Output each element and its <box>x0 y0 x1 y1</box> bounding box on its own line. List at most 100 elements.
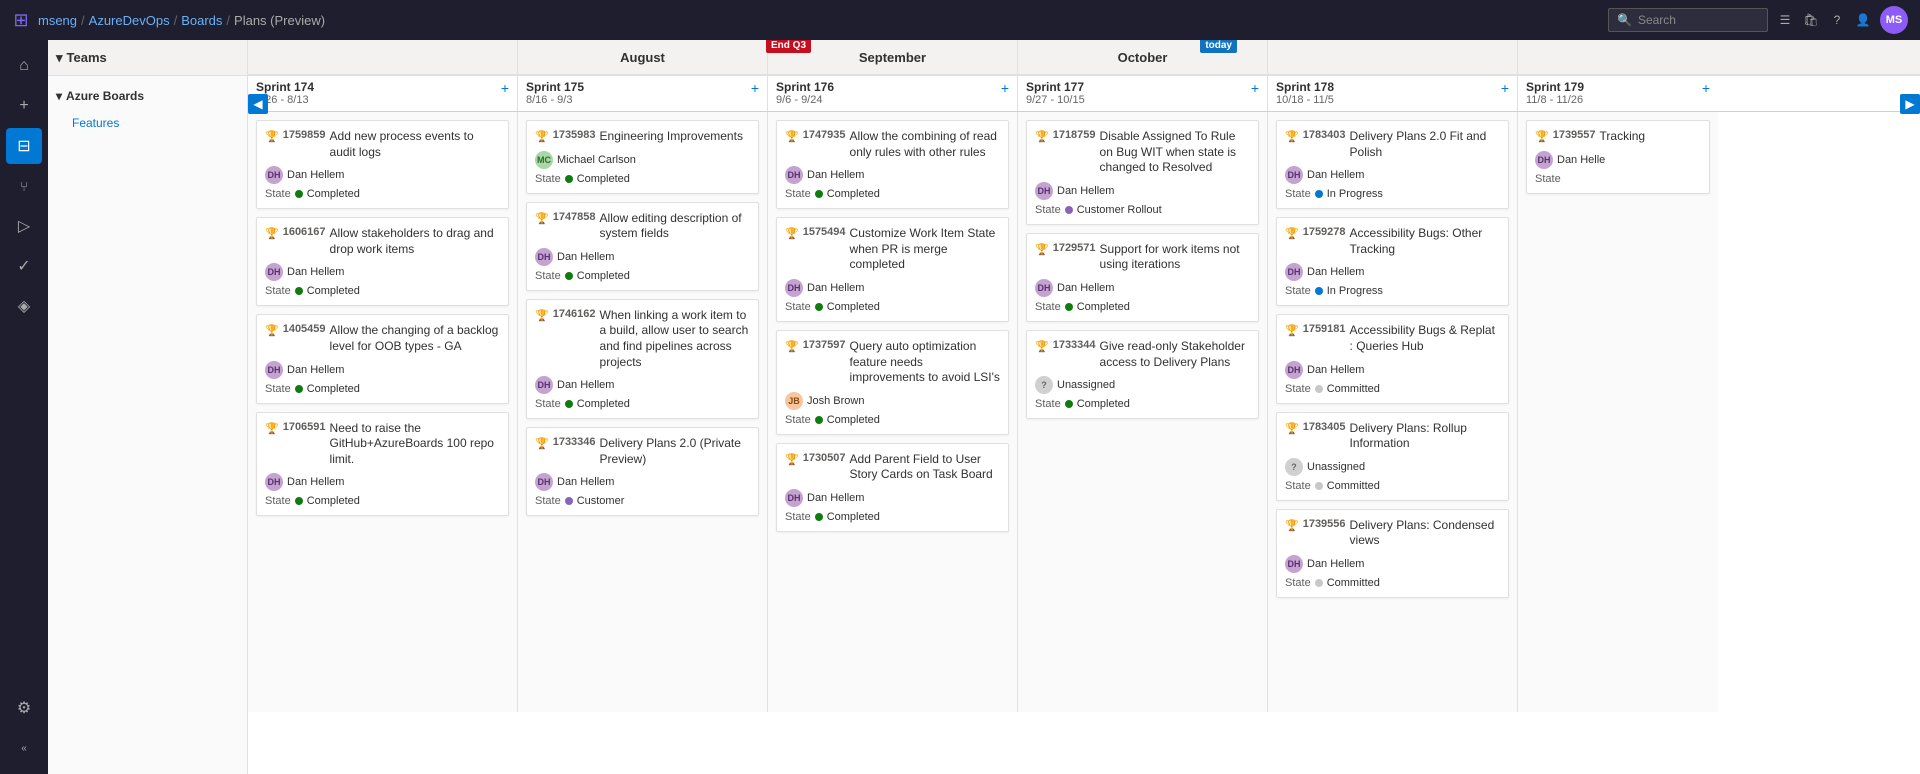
card-1747935[interactable]: 🏆 1747935 Allow the combining of read on… <box>776 120 1009 209</box>
trophy-icon: 🏆 <box>1035 130 1049 143</box>
card-1783405[interactable]: 🏆 1783405 Delivery Plans: Rollup Informa… <box>1276 412 1509 501</box>
trophy-icon: 🏆 <box>265 227 279 240</box>
teams-panel-title: Teams <box>67 50 107 65</box>
card-1759181[interactable]: 🏆 1759181 Accessibility Bugs & Replat : … <box>1276 314 1509 403</box>
teams-item-features[interactable]: Features <box>48 112 247 134</box>
avatar-dh: DH <box>535 376 553 394</box>
teams-group-name: Azure Boards <box>66 89 144 103</box>
list-icon[interactable]: ☰ <box>1776 11 1794 29</box>
timeline-wrapper: ◀ ▶ August September End Q3 <box>248 40 1920 774</box>
topbar: ⊞ mseng / AzureDevOps / Boards / Plans (… <box>0 0 1920 40</box>
card-1733346[interactable]: 🏆 1733346 Delivery Plans 2.0 (Private Pr… <box>526 427 759 516</box>
trophy-icon: 🏆 <box>535 437 549 450</box>
sidebar-boards-icon[interactable]: ⊟ <box>6 128 42 164</box>
sprint-174-add[interactable]: + <box>501 80 509 96</box>
breadcrumb: mseng / AzureDevOps / Boards / Plans (Pr… <box>38 13 325 28</box>
breadcrumb-mseng[interactable]: mseng <box>38 13 77 28</box>
search-box[interactable]: 🔍 Search <box>1608 8 1768 32</box>
main-content: ▾ Teams ▾ Azure Boards Features ◀ ▶ <box>48 40 1920 774</box>
month-aug-pad <box>248 40 518 74</box>
avatar-dh: DH <box>1285 263 1303 281</box>
state-dot <box>815 416 823 424</box>
cards-area: 🏆 1759859 Add new process events to audi… <box>248 112 1920 712</box>
sprint-175-header: Sprint 175 8/16 - 9/3 + <box>518 76 768 111</box>
content-area: ▾ Teams ▾ Azure Boards Features ◀ ▶ <box>48 40 1920 774</box>
avatar-dh: DH <box>535 473 553 491</box>
breadcrumb-boards[interactable]: Boards <box>181 13 222 28</box>
avatar-dh: DH <box>1285 166 1303 184</box>
sprint-179-add[interactable]: + <box>1702 80 1710 96</box>
avatar-dh: DH <box>1035 182 1053 200</box>
card-1737597[interactable]: 🏆 1737597 Query auto optimization featur… <box>776 330 1009 435</box>
card-1739556[interactable]: 🏆 1739556 Delivery Plans: Condensed view… <box>1276 509 1509 598</box>
card-1718759[interactable]: 🏆 1718759 Disable Assigned To Rule on Bu… <box>1026 120 1259 225</box>
card-1730507[interactable]: 🏆 1730507 Add Parent Field to User Story… <box>776 443 1009 532</box>
card-1746162[interactable]: 🏆 1746162 When linking a work item to a … <box>526 299 759 419</box>
profile-icon[interactable]: 👤 <box>1854 11 1872 29</box>
avatar-dh: DH <box>1035 279 1053 297</box>
trophy-icon: 🏆 <box>535 309 549 322</box>
card-1606167[interactable]: 🏆 1606167 Allow stakeholders to drag and… <box>256 217 509 306</box>
state-dot <box>1315 579 1323 587</box>
app-logo[interactable]: ⊞ <box>12 11 30 29</box>
teams-group-azure-boards: ▾ Azure Boards Features <box>48 76 247 138</box>
avatar-dh: DH <box>1285 361 1303 379</box>
sprints-row: Sprint 174 7/26 - 8/13 + Sprint 175 8/16… <box>248 76 1920 112</box>
trophy-icon: 🏆 <box>785 453 799 466</box>
sidebar-home-icon[interactable]: ⌂ <box>6 48 42 84</box>
state-dot <box>295 190 303 198</box>
sidebar-repos-icon[interactable]: ⑂ <box>6 168 42 204</box>
sprint-177-add[interactable]: + <box>1251 80 1259 96</box>
today-badge: today <box>1200 40 1237 53</box>
sidebar-pipelines-icon[interactable]: ▷ <box>6 208 42 244</box>
card-1733344[interactable]: 🏆 1733344 Give read-only Stakeholder acc… <box>1026 330 1259 419</box>
trophy-icon: 🏆 <box>1035 243 1049 256</box>
trophy-icon: 🏆 <box>1035 340 1049 353</box>
card-1405459[interactable]: 🏆 1405459 Allow the changing of a backlo… <box>256 314 509 403</box>
card-1759859[interactable]: 🏆 1759859 Add new process events to audi… <box>256 120 509 209</box>
state-dot <box>565 175 573 183</box>
trophy-icon: 🏆 <box>265 324 279 337</box>
help-icon[interactable]: ? <box>1828 11 1846 29</box>
sidebar-collapse-icon[interactable]: « <box>6 730 42 766</box>
card-1783403[interactable]: 🏆 1783403 Delivery Plans 2.0 Fit and Pol… <box>1276 120 1509 209</box>
avatar-jb: JB <box>785 392 803 410</box>
state-dot <box>815 513 823 521</box>
sprint-178-add[interactable]: + <box>1501 80 1509 96</box>
card-1729571[interactable]: 🏆 1729571 Support for work items not usi… <box>1026 233 1259 322</box>
sprint-179-col: 🏆 1739557 Tracking DH Dan Helle State <box>1518 112 1718 712</box>
avatar-dh: DH <box>785 489 803 507</box>
nav-arrow-right[interactable]: ▶ <box>1900 94 1920 114</box>
sprint-177-col: 🏆 1718759 Disable Assigned To Rule on Bu… <box>1018 112 1268 712</box>
sidebar-test-icon[interactable]: ✓ <box>6 248 42 284</box>
avatar[interactable]: MS <box>1880 6 1908 34</box>
card-1759278[interactable]: 🏆 1759278 Accessibility Bugs: Other Trac… <box>1276 217 1509 306</box>
card-1575494[interactable]: 🏆 1575494 Customize Work Item State when… <box>776 217 1009 322</box>
sprint-177-header: Sprint 177 9/27 - 10/15 + <box>1018 76 1268 111</box>
nav-arrow-left[interactable]: ◀ <box>248 94 268 114</box>
breadcrumb-azuredevops[interactable]: AzureDevOps <box>89 13 170 28</box>
sprint-176-add[interactable]: + <box>1001 80 1009 96</box>
sidebar-artifacts-icon[interactable]: ◈ <box>6 288 42 324</box>
avatar-dh: DH <box>265 263 283 281</box>
trophy-icon: 🏆 <box>535 130 549 143</box>
state-dot <box>1315 190 1323 198</box>
card-1747858[interactable]: 🏆 1747858 Allow editing description of s… <box>526 202 759 291</box>
teams-group-collapse-icon[interactable]: ▾ <box>56 89 62 103</box>
sprint-179-header: Sprint 179 11/8 - 11/26 + <box>1518 76 1718 111</box>
sprint-175-col: 🏆 1735983 Engineering Improvements MC Mi… <box>518 112 768 712</box>
teams-collapse-icon[interactable]: ▾ <box>56 50 63 66</box>
trophy-icon: 🏆 <box>1285 130 1299 143</box>
sidebar-settings-icon[interactable]: ⚙ <box>6 690 42 726</box>
card-1706591[interactable]: 🏆 1706591 Need to raise the GitHub+Azure… <box>256 412 509 517</box>
trophy-icon: 🏆 <box>785 130 799 143</box>
card-1735983[interactable]: 🏆 1735983 Engineering Improvements MC Mi… <box>526 120 759 194</box>
state-dot <box>1315 482 1323 490</box>
sidebar-plus-icon[interactable]: + <box>6 88 42 124</box>
sprint-175-add[interactable]: + <box>751 80 759 96</box>
state-dot <box>815 190 823 198</box>
state-dot <box>565 272 573 280</box>
card-1739557[interactable]: 🏆 1739557 Tracking DH Dan Helle State <box>1526 120 1710 194</box>
archive-icon[interactable]: 🛍 <box>1802 11 1820 29</box>
trophy-icon: 🏆 <box>785 227 799 240</box>
